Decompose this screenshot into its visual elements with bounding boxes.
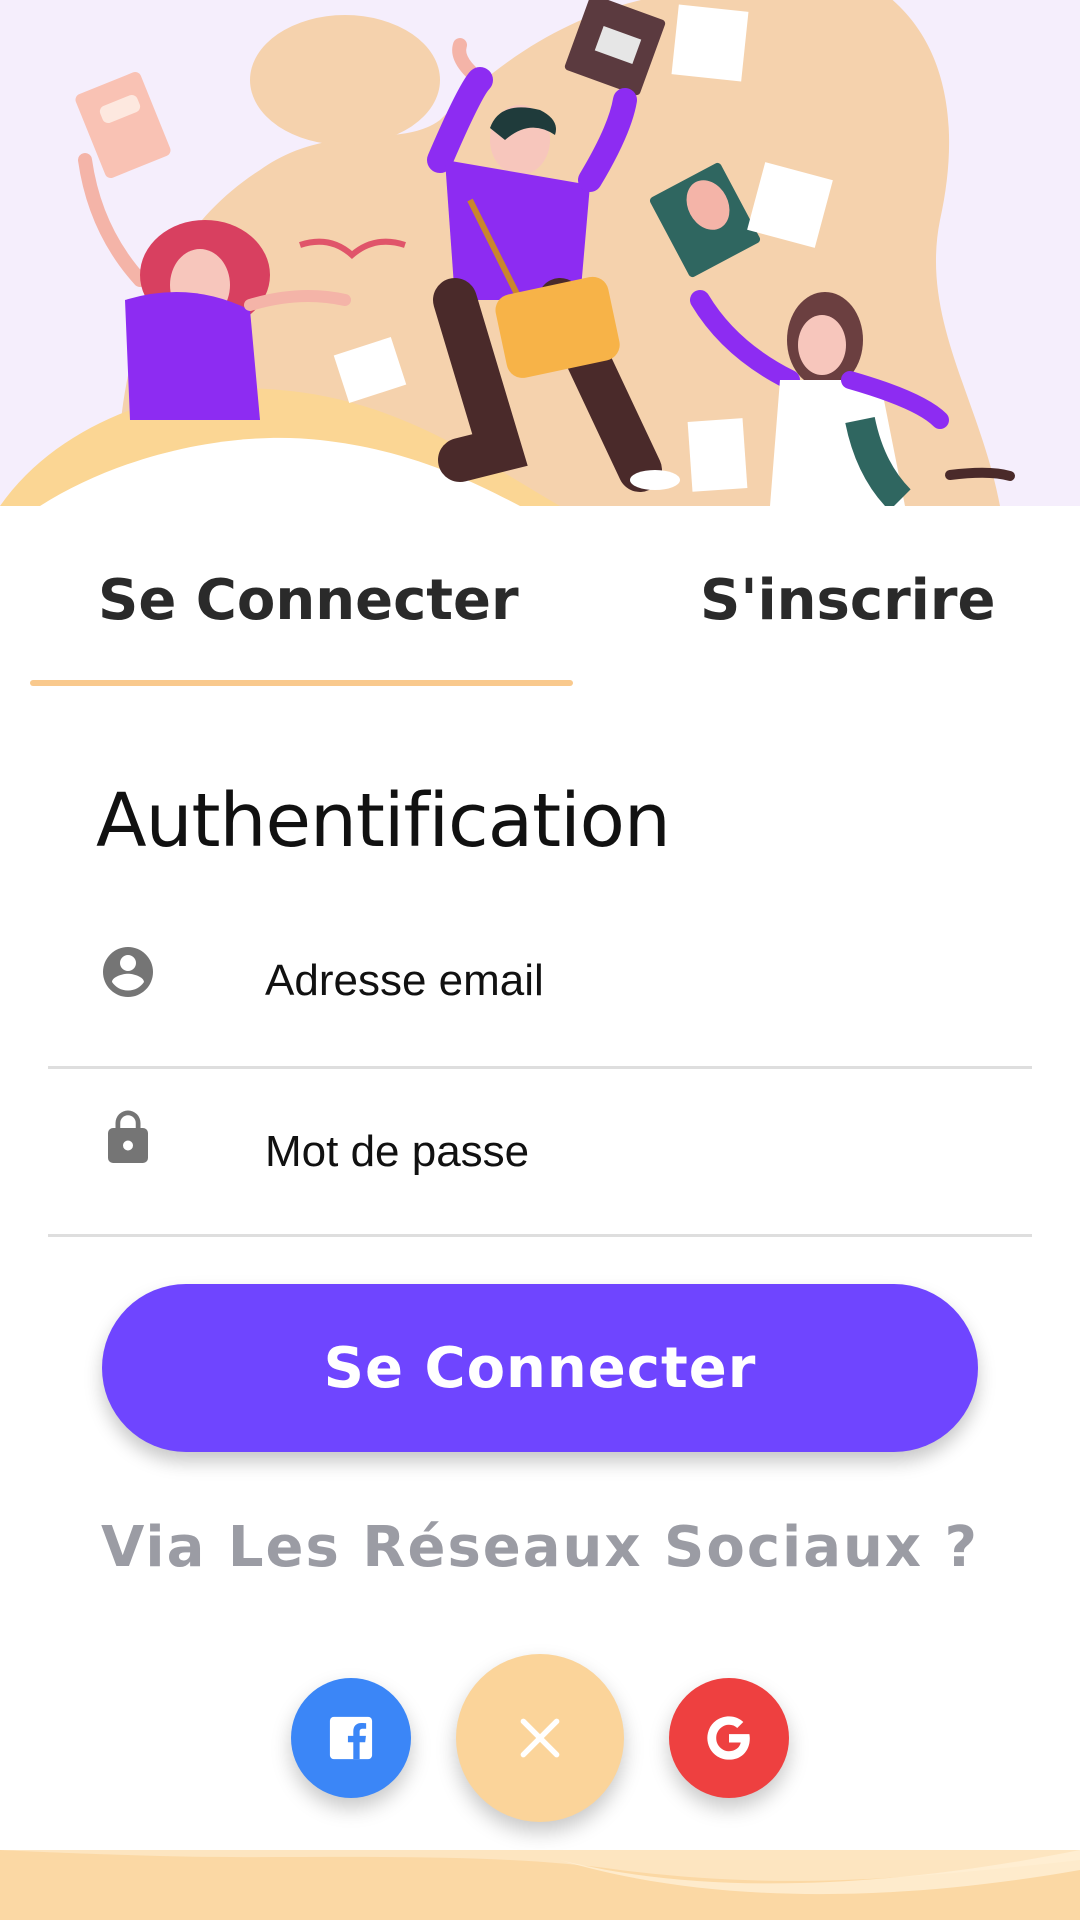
- facebook-login-button[interactable]: [291, 1678, 411, 1798]
- google-login-button[interactable]: [669, 1678, 789, 1798]
- password-input[interactable]: [263, 1126, 987, 1178]
- password-field: [48, 1068, 1032, 1237]
- hero-illustration: [0, 0, 1080, 506]
- google-icon: [707, 1716, 750, 1760]
- close-social-button[interactable]: [456, 1654, 624, 1822]
- close-icon: [520, 1718, 560, 1758]
- account-circle-icon: [103, 947, 153, 997]
- login-button[interactable]: Se Connecter: [102, 1284, 978, 1452]
- social-login-label: Via Les Réseaux Sociaux ?: [101, 1515, 979, 1580]
- email-input[interactable]: [263, 955, 987, 1007]
- footer-wave: [0, 1850, 1080, 1920]
- lock-icon: [108, 1110, 148, 1163]
- auth-tabs: Se Connecter S'inscrire: [0, 506, 1080, 688]
- email-field: [48, 900, 1032, 1069]
- form-title: Authentification: [96, 778, 671, 864]
- tab-register[interactable]: S'inscrire: [700, 568, 995, 633]
- tab-login[interactable]: Se Connecter: [98, 568, 519, 633]
- facebook-icon: [329, 1716, 373, 1760]
- active-tab-indicator: [30, 680, 573, 686]
